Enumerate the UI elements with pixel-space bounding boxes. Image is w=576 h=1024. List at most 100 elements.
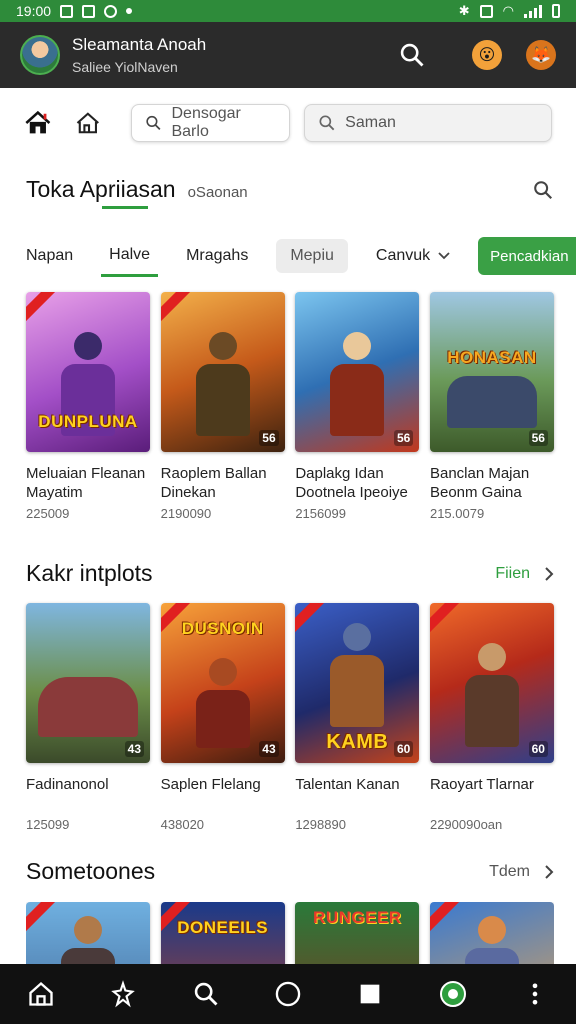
app-card[interactable]: HONASAN 56 Banclan Majan Beonm Gaina 215… <box>429 292 554 521</box>
category-tabs: Napan Halve Mragahs Mepiu Canvuk Pencadk… <box>26 234 576 278</box>
signal-icon <box>524 4 542 18</box>
see-more-label: Tdem <box>489 862 530 880</box>
see-more-link[interactable]: Tdem <box>489 863 554 881</box>
search-icon[interactable] <box>532 179 554 201</box>
avatar[interactable] <box>20 35 60 75</box>
app-title: Fadinanonol <box>26 776 109 793</box>
search-field-primary[interactable]: Densogar Barlo <box>131 104 291 142</box>
app-title: Raoyart Tlarnar <box>429 776 534 793</box>
search-icon[interactable] <box>192 980 220 1008</box>
search-icon <box>319 115 335 131</box>
see-more-label: Fiien <box>495 564 530 582</box>
app-download-count: 2190090 <box>160 506 212 521</box>
home-circle-icon[interactable] <box>274 980 302 1008</box>
app-row: DONEEILS RUNGEER <box>26 902 554 964</box>
app-download-count: 225009 <box>26 506 70 521</box>
app-thumbnail: KAMB 60 <box>295 603 420 763</box>
store-icon[interactable] <box>74 109 102 137</box>
app-card[interactable]: DONEEILS <box>160 902 285 964</box>
title-underline <box>102 206 148 209</box>
app-title: Daplakg Idan Dootnela Ipeoiye <box>295 465 408 501</box>
rating-badge: 60 <box>528 741 548 757</box>
app-card[interactable] <box>429 902 554 964</box>
app-card[interactable]: DUSNOIN 43 Saplen Flelang 438020 <box>160 603 285 832</box>
rating-badge: 56 <box>259 430 279 446</box>
app-title: Saplen Flelang <box>160 776 261 793</box>
tab-mepiu[interactable]: Mepiu <box>276 239 348 273</box>
game-logo: DONEEILS <box>177 918 269 937</box>
mascot-icon[interactable]: 😮 <box>472 40 502 70</box>
game-logo: DUSNOIN <box>181 619 264 638</box>
search-icon <box>146 115 161 130</box>
app-download-count: 1298890 <box>295 817 346 832</box>
sync-icon <box>104 4 118 18</box>
app-row: 43 Fadinanonol 125099 DUSNOIN 43 Saplen … <box>26 603 554 832</box>
app-download-count: 215.0079 <box>429 506 485 521</box>
app-card[interactable]: KAMB 60 Talentan Kanan 1298890 <box>295 603 420 832</box>
user-subtitle: Saliee YiolNaven <box>72 59 178 75</box>
section-header: Kakr intplots Fiien <box>26 560 554 587</box>
battery-icon <box>552 4 560 18</box>
search-field-secondary-text: Saman <box>345 114 396 131</box>
page-subtitle: oSaonan <box>187 184 248 201</box>
notification-icon <box>60 4 74 18</box>
home-icon[interactable] <box>27 980 55 1008</box>
main-section-header: Toka Apriiasan oSaonan <box>26 176 554 209</box>
section-title: Sometoones <box>26 858 156 884</box>
rating-badge: 56 <box>393 430 414 446</box>
app-card[interactable]: RUNGEER <box>295 902 420 964</box>
app-thumbnail: RUNGEER <box>295 902 420 964</box>
tab-canvuk-dropdown[interactable]: Canvuk <box>376 235 450 277</box>
search-field-primary-text: Densogar Barlo <box>171 105 241 140</box>
app-thumbnail: 60 <box>429 603 554 763</box>
bottom-navigation <box>0 964 576 1024</box>
tab-napan[interactable]: Napan <box>26 235 73 277</box>
app-notification-icon <box>82 4 96 18</box>
app-card[interactable]: 56 Daplakg Idan Dootnela Ipeoiye 2156099 <box>295 292 420 521</box>
app-thumbnail: DUSNOIN 43 <box>160 603 285 763</box>
rating-badge: 43 <box>259 741 279 757</box>
app-title: Meluaian Fleanan Mayatim <box>26 465 146 501</box>
profile-badge-icon[interactable]: 🦊 <box>526 40 556 70</box>
app-thumbnail: 56 <box>160 292 285 452</box>
home-icon[interactable] <box>24 109 52 137</box>
recents-icon[interactable] <box>356 980 384 1008</box>
tab-canvuk-label: Canvuk <box>375 247 431 264</box>
dot-icon <box>126 8 133 14</box>
page-title: Toka Apriiasan <box>26 176 176 202</box>
tab-mragahs[interactable]: Mragahs <box>186 235 248 277</box>
user-name: Sleamanta Anoah <box>72 35 207 54</box>
app-card[interactable]: 60 Raoyart Tlarnar 2290090oan <box>429 603 554 832</box>
rating-badge: 43 <box>124 741 144 757</box>
app-title: Raoplem Ballan Dinekan <box>160 465 267 501</box>
app-title: Banclan Majan Beonm Gaina <box>429 465 530 501</box>
app-download-count: 438020 <box>160 817 205 832</box>
section-title: Kakr intplots <box>26 560 153 586</box>
app-download-count: 2156099 <box>295 506 346 521</box>
search-icon[interactable] <box>398 41 426 69</box>
search-field-secondary[interactable]: Saman <box>304 104 552 142</box>
status-time: 19:00 <box>16 3 52 19</box>
app-thumbnail: DONEEILS <box>160 902 285 964</box>
app-thumbnail <box>26 902 150 964</box>
game-logo: DUNPLUNA <box>38 412 138 431</box>
see-more-link[interactable]: Fiien <box>495 565 554 583</box>
app-launcher-icon[interactable] <box>439 980 467 1008</box>
rating-badge: 56 <box>528 430 548 446</box>
app-card[interactable]: 43 Fadinanonol 125099 <box>26 603 150 832</box>
more-options-icon[interactable] <box>521 980 549 1008</box>
app-title: Talentan Kanan <box>295 776 400 793</box>
app-card[interactable]: DUNPLUNA Meluaian Fleanan Mayatim 225009 <box>26 292 150 521</box>
primary-dropdown-button[interactable]: Pencadkian <box>478 237 576 275</box>
app-thumbnail <box>429 902 554 964</box>
rating-badge: 60 <box>393 741 414 757</box>
games-icon[interactable] <box>109 980 137 1008</box>
section-header: Sometoones Tdem <box>26 858 554 885</box>
app-card[interactable]: 56 Raoplem Ballan Dinekan 2190090 <box>160 292 285 521</box>
app-download-count: 125099 <box>26 817 70 832</box>
chevron-down-icon <box>438 252 450 260</box>
vibrate-icon <box>479 4 493 18</box>
tab-halve[interactable]: Halve <box>101 235 159 277</box>
wifi-icon: ◠ <box>502 3 514 18</box>
app-card[interactable] <box>26 902 150 964</box>
